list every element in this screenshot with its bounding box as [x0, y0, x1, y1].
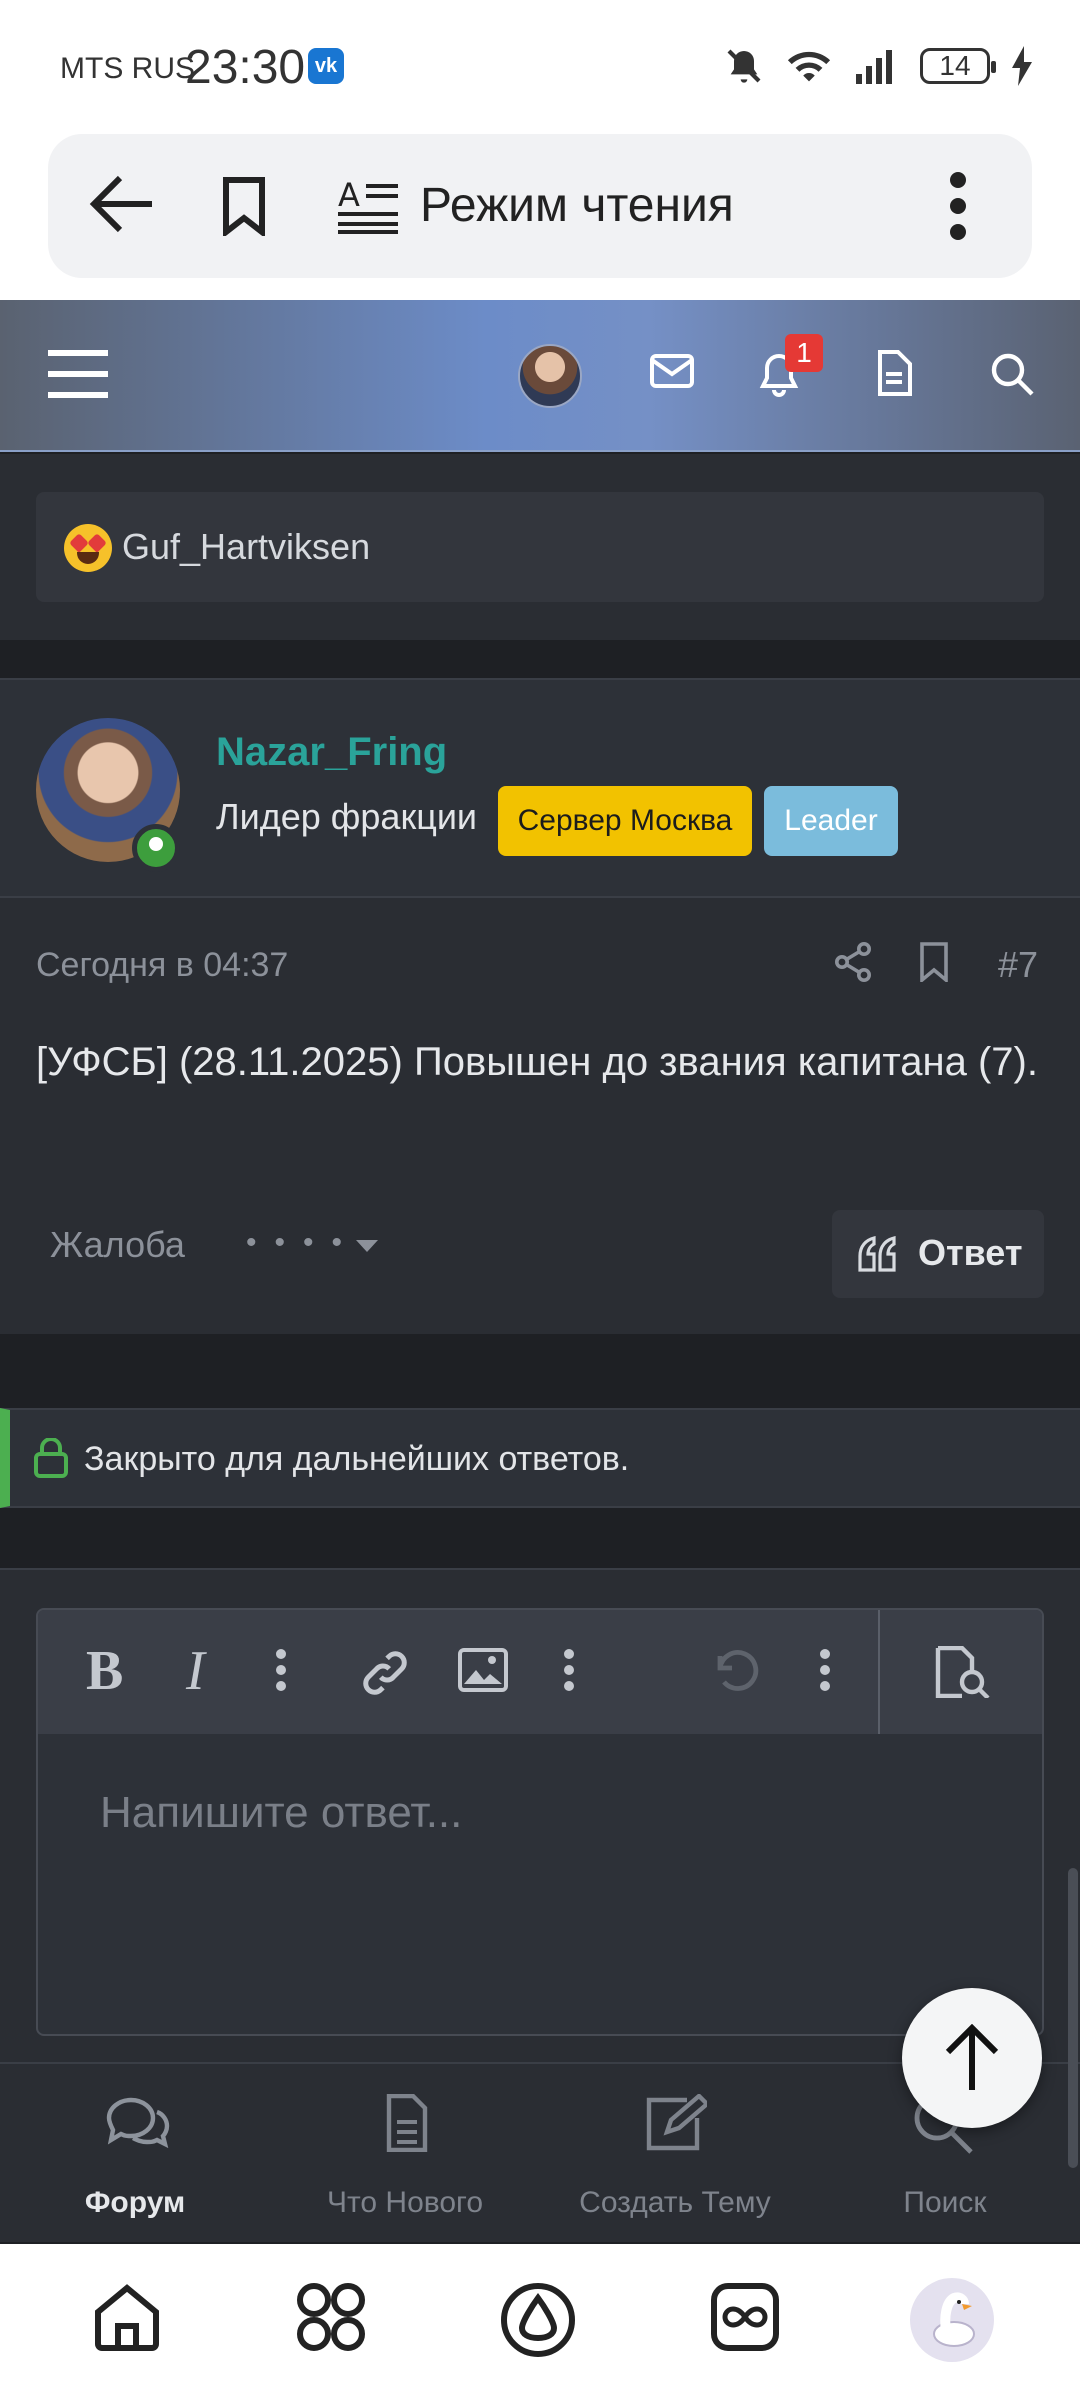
vk-icon: vk [308, 48, 344, 84]
server-badge: Сервер Москва [498, 786, 752, 856]
charging-icon [1012, 46, 1032, 86]
envelope-icon [650, 354, 694, 388]
nav-label: Форум [84, 2186, 186, 2219]
menu-button[interactable] [48, 348, 108, 400]
edit-icon [646, 2094, 707, 2151]
image-icon[interactable] [458, 1648, 508, 1692]
online-status-icon [132, 824, 180, 872]
back-button[interactable] [88, 174, 156, 234]
battery-indicator: 14 [920, 48, 996, 84]
italic-button[interactable]: I [186, 1643, 205, 1699]
reply-input[interactable]: Напишите ответ... [100, 1788, 462, 1838]
closed-notice-text: Закрыто для дальнейших ответов. [84, 1440, 630, 1478]
post-number[interactable]: #7 [998, 944, 1038, 986]
whats-new-button[interactable] [876, 350, 912, 396]
thread-closed-notice: Закрыто для дальнейших ответов. [0, 1408, 1080, 1508]
arrow-up-icon [945, 2024, 999, 2090]
hamburger-icon [48, 350, 108, 398]
browser-menu-button[interactable] [948, 172, 968, 240]
browser-toolbar: A Режим чтения [0, 130, 1080, 300]
infinity-app-icon[interactable] [710, 2282, 780, 2352]
reactions-bar[interactable]: Guf_Hartviksen [36, 492, 1044, 602]
apps-grid-icon[interactable] [296, 2282, 366, 2352]
preview-icon[interactable] [934, 1646, 990, 1698]
search-icon [991, 353, 1034, 396]
more-vertical-icon [950, 172, 966, 240]
reader-mode-icon: A [338, 178, 398, 234]
reply-editor-section: B I Напишите ответ... [0, 1568, 1080, 2068]
clock: 23:30 [185, 41, 306, 94]
link-icon[interactable] [360, 1648, 410, 1698]
nav-whats-new[interactable]: Что Нового [270, 2064, 540, 2244]
post-user-info: Nazar_Fring Лидер фракции Сервер Москва … [0, 680, 1080, 898]
bookmark-button[interactable] [220, 176, 268, 236]
heart-eyes-emoji-icon [64, 524, 112, 572]
user-title: Лидер фракции [216, 796, 478, 837]
app-navigation-bar [0, 2244, 1080, 2388]
wifi-icon [787, 51, 831, 82]
page-scrollbar[interactable] [1068, 1868, 1078, 2168]
home-icon[interactable] [92, 2282, 162, 2352]
scroll-to-top-button[interactable] [902, 1988, 1042, 2128]
comments-icon [106, 2097, 170, 2149]
post-date[interactable]: Сегодня в 04:37 [36, 946, 288, 985]
bookmark-post-button[interactable] [918, 942, 950, 982]
reaction-user[interactable]: Guf_Hartviksen [122, 526, 370, 568]
search-button[interactable] [990, 352, 1034, 396]
forum-post: Nazar_Fring Лидер фракции Сервер Москва … [0, 678, 1080, 1334]
notification-badge: 1 [785, 334, 823, 372]
more-actions-button[interactable]: •••• [246, 1226, 360, 1260]
lock-icon [34, 1438, 68, 1478]
reply-button[interactable]: Ответ [832, 1210, 1044, 1298]
share-button[interactable] [834, 942, 872, 982]
assistant-icon[interactable] [500, 2282, 576, 2358]
reader-mode-label[interactable]: Режим чтения [420, 178, 734, 233]
bookmark-icon [223, 177, 265, 236]
status-icons: 14 [724, 44, 1032, 88]
reply-editor: B I Напишите ответ... [36, 1608, 1044, 2036]
leader-badge: Leader [764, 786, 898, 856]
nav-label: Что Нового [326, 2186, 484, 2219]
profile-avatar[interactable] [910, 2278, 994, 2362]
more-text-options-icon[interactable] [276, 1648, 286, 1692]
arrow-left-icon [89, 175, 152, 233]
browser-pill: A Режим чтения [48, 134, 1032, 278]
signal-icon [856, 50, 892, 84]
nav-label: Поиск [903, 2186, 987, 2219]
inbox-button[interactable] [650, 354, 694, 388]
undo-icon[interactable] [712, 1648, 760, 1696]
more-options-icon[interactable] [820, 1648, 830, 1692]
svg-text:A: A [338, 178, 360, 214]
bookmark-icon [920, 942, 948, 982]
reply-label: Ответ [918, 1232, 1023, 1273]
share-icon [835, 942, 871, 982]
report-link[interactable]: Жалоба [50, 1224, 185, 1266]
post-body: [УФСБ] (28.11.2025) Повышен до звания ка… [36, 1040, 1038, 1084]
document-icon [386, 2094, 428, 2152]
editor-toolbar: B I [38, 1610, 1042, 1734]
site-header: 1 [0, 300, 1080, 452]
post-username[interactable]: Nazar_Fring [216, 730, 447, 775]
toolbar-divider [878, 1610, 880, 1734]
nav-forum[interactable]: Форум [0, 2064, 270, 2244]
quote-icon [858, 1236, 896, 1272]
bell-muted-icon [727, 49, 761, 83]
bold-button[interactable]: B [86, 1643, 123, 1699]
reader-mode-button[interactable]: A [338, 178, 398, 234]
previous-post-footer: Guf_Hartviksen [0, 454, 1080, 640]
nav-create-thread[interactable]: Создать Тему [540, 2064, 810, 2244]
document-icon [878, 350, 912, 396]
more-insert-options-icon[interactable] [564, 1648, 574, 1692]
user-avatar[interactable] [518, 344, 582, 408]
goose-icon [933, 2292, 975, 2347]
status-bar: MTS RUS 23:30 vk 14 [0, 0, 1080, 130]
chevron-down-icon[interactable] [356, 1240, 378, 1252]
nav-label: Создать Тему [579, 2186, 771, 2219]
carrier-label: MTS RUS [60, 52, 195, 85]
